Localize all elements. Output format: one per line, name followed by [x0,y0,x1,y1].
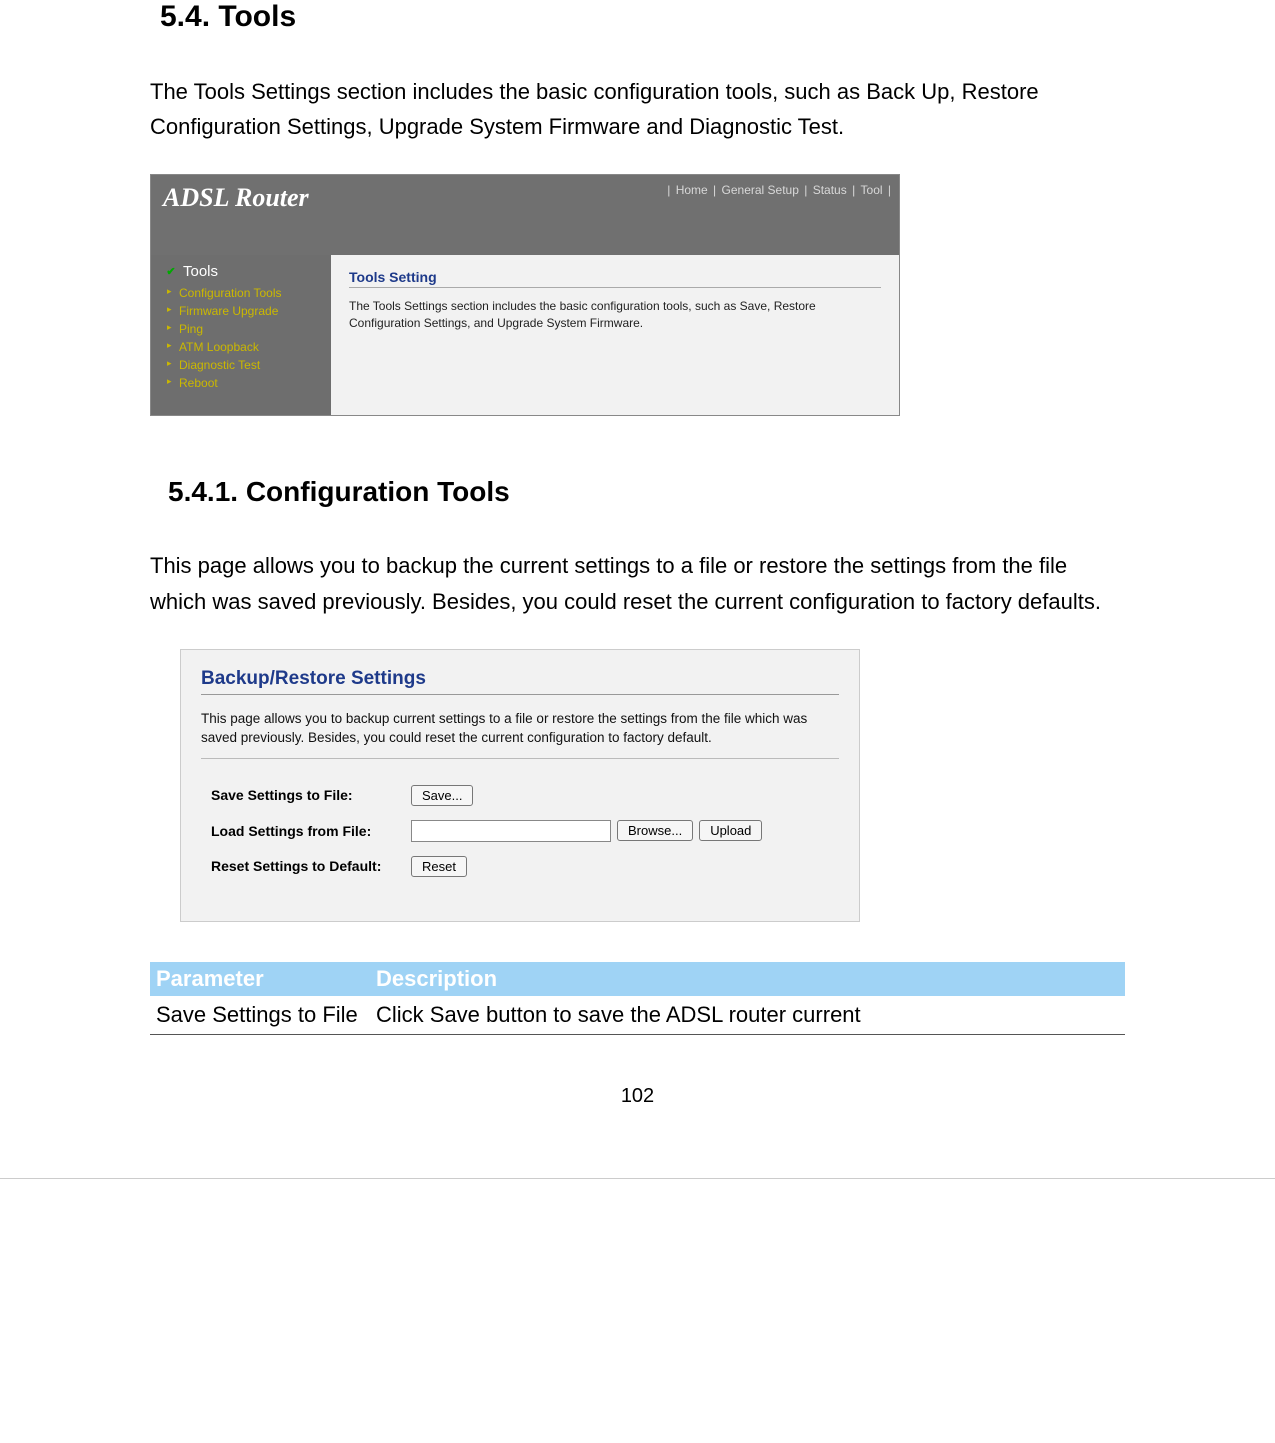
row-load-settings: Load Settings from File: Browse... Uploa… [201,820,839,842]
footer-line [0,1178,1275,1179]
check-icon: ✔ [165,266,177,278]
section-intro: The Tools Settings section includes the … [150,74,1125,144]
parameter-table: Parameter Description Save Settings to F… [150,962,1125,1035]
pane-text: The Tools Settings section includes the … [349,298,881,332]
backup-underline [201,694,839,695]
sidebar-item-atm-loopback[interactable]: ATM Loopback [179,338,331,356]
sidebar-section-tools[interactable]: ✔ Tools [151,263,331,280]
nav-tool[interactable]: Tool [859,183,885,197]
router-sidebar: ✔ Tools Configuration Tools Firmware Upg… [151,255,331,415]
subsection-intro: This page allows you to backup the curre… [150,548,1125,618]
label-reset-settings: Reset Settings to Default: [201,858,411,874]
th-parameter: Parameter [150,962,370,996]
pane-title: Tools Setting [349,269,881,285]
row-reset-settings: Reset Settings to Default: Reset [201,856,839,877]
upload-button[interactable]: Upload [699,820,762,841]
nav-general-setup[interactable]: General Setup [720,183,801,197]
browse-button[interactable]: Browse... [617,820,693,841]
backup-divider [201,758,839,759]
nav-home[interactable]: Home [674,183,710,197]
reset-button[interactable]: Reset [411,856,467,877]
table-row: Save Settings to File Click Save button … [150,996,1125,1035]
label-load-settings: Load Settings from File: [201,823,411,839]
router-screenshot: ADSL Router | Home | General Setup | Sta… [150,174,900,416]
subsection-heading: 5.4.1. Configuration Tools [168,476,1125,508]
router-topnav: | Home | General Setup | Status | Tool | [667,183,891,197]
th-description: Description [370,962,1125,996]
backup-text: This page allows you to backup current s… [201,709,839,748]
sidebar-item-firmware-upgrade[interactable]: Firmware Upgrade [179,302,331,320]
sidebar-item-diagnostic-test[interactable]: Diagnostic Test [179,356,331,374]
backup-title: Backup/Restore Settings [201,668,839,690]
file-path-input[interactable] [411,820,611,842]
sidebar-item-configuration-tools[interactable]: Configuration Tools [179,284,331,302]
td-desc: Click Save button to save the ADSL route… [370,996,1125,1035]
section-heading: 5.4. Tools [160,0,1125,34]
page-number: 102 [150,1085,1125,1108]
router-brand: ADSL Router [163,183,309,213]
sidebar-top-label: Tools [183,263,218,280]
backup-restore-screenshot: Backup/Restore Settings This page allows… [180,649,860,922]
save-button[interactable]: Save... [411,785,473,806]
router-main-pane: Tools Setting The Tools Settings section… [331,255,899,415]
router-header: ADSL Router | Home | General Setup | Sta… [151,175,899,255]
pane-underline [349,287,881,288]
nav-status[interactable]: Status [811,183,849,197]
sidebar-item-reboot[interactable]: Reboot [179,374,331,392]
row-save-settings: Save Settings to File: Save... [201,785,839,806]
td-param: Save Settings to File [150,996,370,1035]
sidebar-item-ping[interactable]: Ping [179,320,331,338]
label-save-settings: Save Settings to File: [201,787,411,803]
